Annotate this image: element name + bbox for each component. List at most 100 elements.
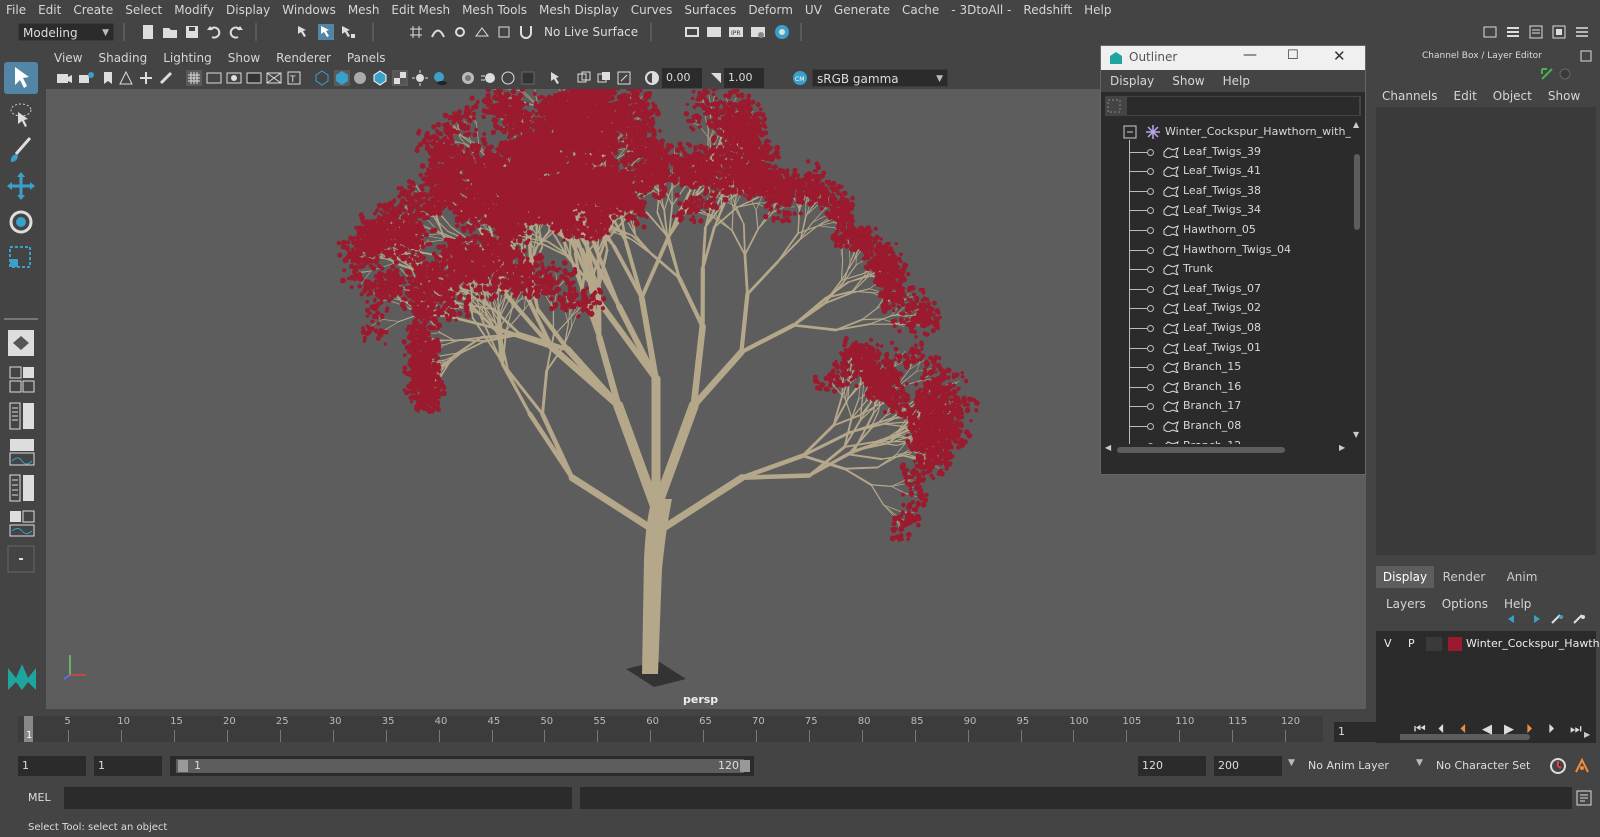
lasso-tool-button[interactable] <box>4 98 38 130</box>
camera-attributes-icon[interactable] <box>78 70 94 86</box>
grease-pencil-icon[interactable] <box>158 70 174 86</box>
menu-uv[interactable]: UV <box>799 3 828 17</box>
hypershade-layout-button[interactable] <box>4 508 38 540</box>
resolution-gate-icon[interactable] <box>226 70 242 86</box>
viewport-menu-shading[interactable]: Shading <box>90 51 155 65</box>
select-tool-button[interactable] <box>4 62 38 94</box>
screen-space-ao-icon[interactable] <box>460 70 476 86</box>
snap-surface-icon[interactable] <box>496 24 512 40</box>
isolate-select-icon[interactable] <box>548 70 564 86</box>
color-management-icon[interactable]: CM <box>792 70 808 86</box>
color-space-dropdown[interactable]: sRGB gamma ▼ <box>812 69 948 87</box>
exposure-field[interactable]: 0.00 <box>662 68 702 88</box>
menu-deform[interactable]: Deform <box>742 3 799 17</box>
textured-icon[interactable] <box>392 70 408 86</box>
field-chart-icon[interactable] <box>266 70 282 86</box>
menu-create[interactable]: Create <box>67 3 119 17</box>
four-view-layout-button[interactable] <box>4 364 38 396</box>
menu-cache[interactable]: Cache <box>896 3 945 17</box>
menu-windows[interactable]: Windows <box>276 3 342 17</box>
use-all-lights-icon[interactable] <box>412 70 428 86</box>
menu-generate[interactable]: Generate <box>828 3 896 17</box>
magnet-icon[interactable] <box>518 24 534 40</box>
menu-modify[interactable]: Modify <box>168 3 220 17</box>
grid-toggle-icon[interactable] <box>186 70 202 86</box>
outliner-perspective-layout-button[interactable] <box>4 472 38 504</box>
viewport-menu-lighting[interactable]: Lighting <box>155 51 220 65</box>
snap-point-icon[interactable] <box>452 24 468 40</box>
menu-curves[interactable]: Curves <box>625 3 679 17</box>
attribute-editor-icon[interactable] <box>1528 24 1544 40</box>
hypershade-icon[interactable] <box>774 24 790 40</box>
ipr-render-icon[interactable]: IPR <box>728 24 744 40</box>
select-object-icon[interactable] <box>318 24 334 40</box>
outliner-layout-button[interactable] <box>4 400 38 432</box>
menu-select[interactable]: Select <box>119 3 168 17</box>
open-scene-icon[interactable] <box>162 24 178 40</box>
viewport-menu-panels[interactable]: Panels <box>339 51 394 65</box>
menu-mesh-display[interactable]: Mesh Display <box>533 3 625 17</box>
live-surface-field[interactable]: No Live Surface <box>540 23 640 41</box>
mode-dropdown[interactable]: Modeling ▼ <box>18 23 114 41</box>
xray-icon[interactable] <box>576 70 592 86</box>
graph-layout-button[interactable] <box>4 436 38 468</box>
render-view-icon[interactable] <box>684 24 700 40</box>
rotate-tool-button[interactable] <box>4 206 38 238</box>
render-settings-icon[interactable] <box>750 24 766 40</box>
image-plane-icon[interactable] <box>118 70 134 86</box>
shadows-icon[interactable] <box>432 70 448 86</box>
redo-icon[interactable] <box>228 24 244 40</box>
branch-segment <box>843 466 879 470</box>
toolbox-collapse-button[interactable] <box>4 544 38 576</box>
gamma-icon[interactable] <box>708 70 724 86</box>
motion-blur-icon[interactable] <box>480 70 496 86</box>
viewport-menu-view[interactable]: View <box>46 51 90 65</box>
menu-edit-mesh[interactable]: Edit Mesh <box>385 3 456 17</box>
use-default-material-icon[interactable] <box>352 70 368 86</box>
gate-mask-icon[interactable] <box>246 70 262 86</box>
viewport-menu-renderer[interactable]: Renderer <box>268 51 339 65</box>
paint-select-tool-button[interactable] <box>4 134 38 166</box>
wireframe-on-shaded-icon[interactable] <box>372 70 388 86</box>
undo-icon[interactable] <box>206 24 222 40</box>
workspace-icon[interactable] <box>1482 24 1498 40</box>
render-frame-icon[interactable] <box>706 24 722 40</box>
xray-components-icon[interactable] <box>616 70 632 86</box>
snap-curve-icon[interactable] <box>430 24 446 40</box>
xray-joints-icon[interactable] <box>596 70 612 86</box>
viewport-menu-show[interactable]: Show <box>220 51 268 65</box>
film-gate-icon[interactable] <box>206 70 222 86</box>
depth-of-field-icon[interactable] <box>520 70 536 86</box>
menu-redshift[interactable]: Redshift <box>1017 3 1078 17</box>
menu-surfaces[interactable]: Surfaces <box>678 3 742 17</box>
bookmark-icon[interactable] <box>100 70 116 86</box>
select-component-icon[interactable] <box>340 24 356 40</box>
snap-view-plane-icon[interactable] <box>474 24 490 40</box>
safe-action-icon[interactable]: T <box>286 70 302 86</box>
wireframe-icon[interactable] <box>314 70 330 86</box>
menu-mesh-tools[interactable]: Mesh Tools <box>456 3 533 17</box>
menu-display[interactable]: Display <box>220 3 276 17</box>
menu-file[interactable]: File <box>0 3 32 17</box>
menu-edit[interactable]: Edit <box>32 3 67 17</box>
menu-3dtoall[interactable]: - 3DtoAll - <box>945 3 1017 17</box>
menu-help[interactable]: Help <box>1078 3 1117 17</box>
anti-aliasing-icon[interactable] <box>500 70 516 86</box>
branch-segment <box>860 404 879 416</box>
select-hierarchy-icon[interactable] <box>296 24 312 40</box>
gamma-field[interactable]: 1.00 <box>724 68 764 88</box>
camera-icon[interactable] <box>56 70 72 86</box>
new-scene-icon[interactable] <box>140 24 156 40</box>
channel-box-icon[interactable] <box>1574 24 1590 40</box>
exposure-icon[interactable] <box>644 70 660 86</box>
move-tool-button[interactable] <box>4 170 38 202</box>
smooth-shade-icon[interactable] <box>334 70 350 86</box>
save-scene-icon[interactable] <box>184 24 200 40</box>
modeling-toolkit-icon[interactable] <box>1505 24 1521 40</box>
two-d-pan-icon[interactable] <box>138 70 154 86</box>
single-perspective-layout-button[interactable] <box>4 328 38 360</box>
snap-grid-icon[interactable] <box>408 24 424 40</box>
tool-settings-icon[interactable] <box>1551 24 1567 40</box>
scale-tool-button[interactable] <box>4 242 38 274</box>
menu-mesh[interactable]: Mesh <box>342 3 386 17</box>
